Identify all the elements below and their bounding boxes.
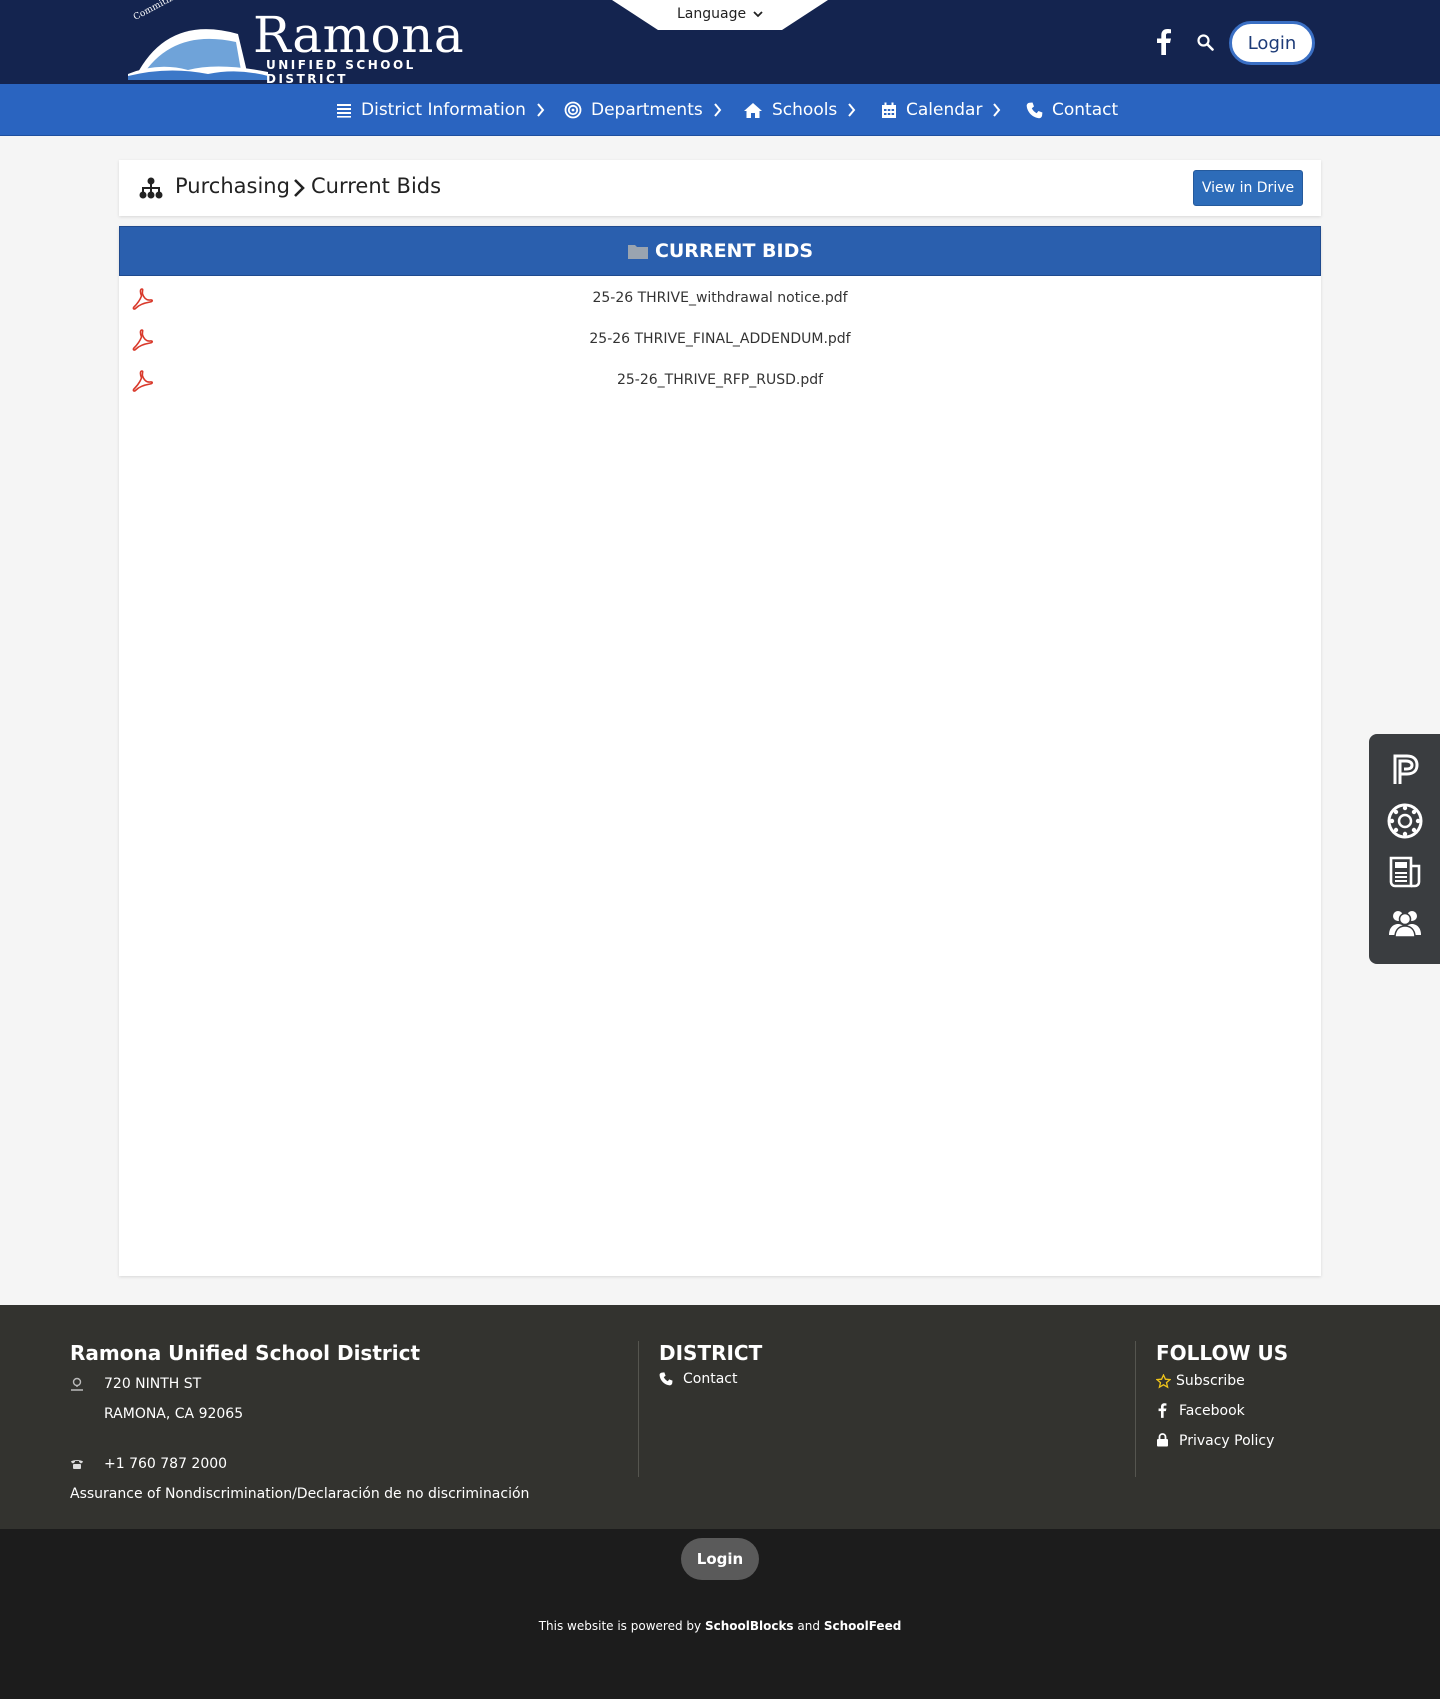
- sitemap-icon: [139, 177, 163, 199]
- login-button[interactable]: Login: [1229, 21, 1315, 65]
- panel-title: CURRENT BIDS: [654, 240, 814, 262]
- schoolblocks-link[interactable]: SchoolBlocks: [705, 1619, 794, 1633]
- footer-address-line1: 720 NINTH ST: [104, 1376, 202, 1392]
- panel-header: CURRENT BIDS: [119, 226, 1321, 276]
- facebook-icon: [1158, 1403, 1167, 1418]
- nav-label: District Information: [361, 100, 526, 120]
- nav-item-departments[interactable]: Departments: [564, 84, 722, 136]
- schoolfeed-link[interactable]: SchoolFeed: [824, 1619, 901, 1633]
- home-icon: [744, 102, 762, 118]
- bottom-login-button[interactable]: Login: [681, 1538, 759, 1580]
- powered-and: and: [797, 1619, 820, 1633]
- breadcrumb: Purchasing Current Bids View in Drive: [119, 160, 1321, 216]
- file-name-link[interactable]: 25-26 THRIVE_FINAL_ADDENDUM.pdf: [119, 331, 1321, 347]
- nav-item-district-information[interactable]: District Information: [336, 84, 545, 136]
- logo-title: Ramona: [253, 6, 465, 64]
- nav-label: Calendar: [906, 100, 983, 120]
- footer-privacy-link[interactable]: Privacy Policy: [1179, 1433, 1274, 1449]
- main-nav: District Information Departments Schools…: [0, 84, 1440, 136]
- current-bids-panel: CURRENT BIDS 25-26 THRIVE_withdrawal not…: [119, 226, 1321, 1276]
- district-logo[interactable]: Commitment to Excellence Ramona UNIFIED …: [128, 0, 478, 86]
- news-icon[interactable]: [1387, 854, 1423, 890]
- footer-divider: [638, 1341, 639, 1477]
- community-icon[interactable]: [1387, 905, 1423, 941]
- chevron-right-icon: [993, 103, 1001, 117]
- phone-icon: [659, 1372, 673, 1386]
- target-icon: [564, 101, 582, 119]
- map-marker-icon: [71, 1377, 83, 1391]
- nav-label: Departments: [591, 100, 703, 120]
- file-name-link[interactable]: 25-26 THRIVE_withdrawal notice.pdf: [119, 290, 1321, 306]
- footer-address-line2: RAMONA, CA 92065: [104, 1406, 244, 1422]
- nav-item-contact[interactable]: Contact: [1026, 84, 1118, 136]
- nav-item-schools[interactable]: Schools: [743, 84, 856, 136]
- chevron-down-icon[interactable]: [752, 8, 764, 20]
- quick-links-sidebar: [1369, 734, 1440, 964]
- phone-icon: [1026, 102, 1043, 118]
- file-row[interactable]: 25-26_THRIVE_RFP_RUSD.pdf: [119, 362, 1321, 400]
- nav-label: Schools: [772, 100, 838, 120]
- breadcrumb-purchasing[interactable]: Purchasing: [175, 174, 290, 198]
- footer-contact-link[interactable]: Contact: [683, 1371, 737, 1387]
- chevron-right-icon: [537, 103, 545, 117]
- site-footer: Ramona Unified School District 720 NINTH…: [0, 1305, 1440, 1529]
- file-row[interactable]: 25-26 THRIVE_withdrawal notice.pdf: [119, 280, 1321, 318]
- logo-subtitle: UNIFIED SCHOOL DISTRICT: [266, 58, 416, 86]
- star-icon: [1156, 1374, 1171, 1389]
- lock-icon: [1157, 1433, 1168, 1447]
- chevron-right-icon: [713, 103, 722, 117]
- footer-phone[interactable]: +1 760 787 2000: [104, 1456, 227, 1472]
- footer-divider: [1135, 1341, 1136, 1477]
- canvas-icon[interactable]: [1387, 803, 1423, 839]
- breadcrumb-current-bids: Current Bids: [311, 174, 442, 198]
- footer-org-name: Ramona Unified School District: [70, 1341, 421, 1365]
- search-icon[interactable]: [1197, 34, 1214, 51]
- powerschool-icon[interactable]: [1387, 752, 1423, 788]
- site-header: Commitment to Excellence Ramona UNIFIED …: [0, 0, 1440, 86]
- bottom-bar: Login This website is powered by SchoolB…: [0, 1529, 1440, 1699]
- language-selector[interactable]: Language: [677, 6, 746, 22]
- powered-prefix: This website is powered by: [538, 1619, 702, 1633]
- chevron-right-icon: [848, 103, 856, 117]
- footer-nondiscrimination-link[interactable]: Assurance of Nondiscrimination/Declaraci…: [70, 1486, 529, 1502]
- folder-icon: [627, 244, 648, 259]
- calendar-icon: [882, 102, 896, 118]
- powered-by-text: This website is powered by SchoolBlocks …: [0, 1619, 1440, 1633]
- nav-label: Contact: [1052, 100, 1119, 120]
- chevron-right-icon: [294, 179, 305, 197]
- facebook-icon[interactable]: [1156, 29, 1172, 55]
- file-name-link[interactable]: 25-26_THRIVE_RFP_RUSD.pdf: [119, 372, 1321, 388]
- footer-district-title: DISTRICT: [659, 1341, 763, 1365]
- view-in-drive-button[interactable]: View in Drive: [1193, 170, 1303, 206]
- nav-item-calendar[interactable]: Calendar: [881, 84, 1001, 136]
- footer-subscribe-link[interactable]: Subscribe: [1176, 1373, 1245, 1389]
- file-row[interactable]: 25-26 THRIVE_FINAL_ADDENDUM.pdf: [119, 321, 1321, 359]
- phone-icon: [71, 1460, 83, 1469]
- list-icon: [337, 104, 351, 118]
- footer-follow-title: FOLLOW US: [1156, 1341, 1289, 1365]
- footer-facebook-link[interactable]: Facebook: [1179, 1403, 1245, 1419]
